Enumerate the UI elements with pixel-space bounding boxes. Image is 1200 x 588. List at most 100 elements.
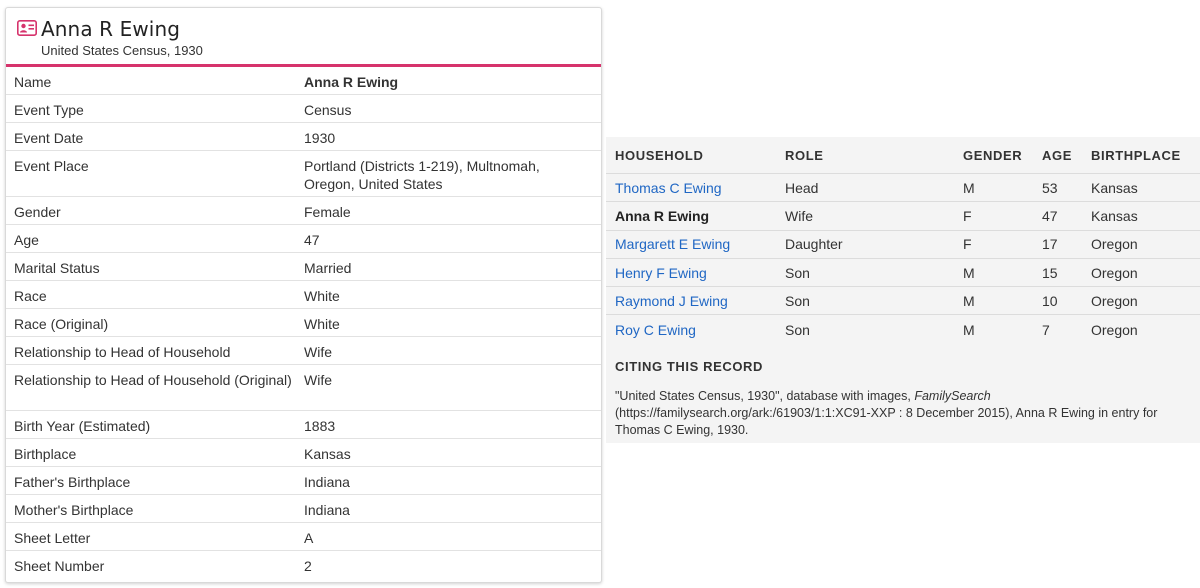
field-value: White (304, 316, 340, 332)
household-gender: M (963, 292, 975, 309)
household-gender: F (963, 207, 972, 224)
field-value: White (304, 288, 340, 304)
household-birthplace: Oregon (1091, 292, 1138, 309)
field-value: A (304, 530, 314, 546)
record-title: Anna R Ewing (41, 17, 181, 41)
field-label: Birth Year (Estimated) (14, 418, 151, 434)
header-birthplace: BIRTHPLACE (1091, 147, 1181, 163)
field-row: Race White (6, 281, 601, 309)
field-value: Wife (304, 372, 332, 388)
citation-text: "United States Census, 1930", database w… (615, 388, 1195, 439)
field-label: Marital Status (14, 260, 100, 276)
field-label: Mother's Birthplace (14, 502, 134, 518)
field-label: Event Place (14, 158, 89, 174)
household-birthplace: Oregon (1091, 236, 1138, 253)
field-row: Relationship to Head of Household Wife (6, 337, 601, 365)
household-gender: M (963, 264, 975, 281)
household-member-link[interactable]: Raymond J Ewing (606, 293, 785, 309)
field-row: Event Type Census (6, 95, 601, 123)
household-row: Anna R Ewing Wife F 47 Kansas (606, 202, 1200, 231)
field-value: Indiana (304, 474, 350, 490)
household-age: 7 (1042, 321, 1050, 338)
field-value: Female (304, 204, 351, 220)
field-row: Age 47 (6, 225, 601, 253)
field-row: Race (Original) White (6, 309, 601, 337)
field-row: Name Anna R Ewing (6, 67, 601, 95)
field-value: Wife (304, 344, 332, 360)
field-label: Gender (14, 204, 61, 220)
field-row: Birth Year (Estimated) 1883 (6, 411, 601, 439)
field-value: 2 (304, 558, 312, 574)
field-label: Race (14, 288, 47, 304)
citation-text-after: (https://familysearch.org/ark:/61903/1:1… (615, 406, 1158, 437)
record-collection: United States Census, 1930 (41, 43, 203, 58)
record-fields: Name Anna R Ewing Event Type Census Event Da… (6, 67, 601, 579)
household-age: 53 (1042, 179, 1058, 196)
field-label: Relationship to Head of Household (Origi… (14, 372, 292, 388)
field-row: Event Place Portland (Districts 1-219), M… (6, 151, 601, 197)
header-role: ROLE (785, 147, 824, 163)
household-birthplace: Kansas (1091, 207, 1138, 224)
field-value: 1930 (304, 130, 336, 146)
household-gender: F (963, 236, 972, 253)
field-row: Sheet Number 2 (6, 551, 601, 579)
field-label: Name (14, 74, 52, 90)
field-label: Sheet Letter (14, 530, 91, 546)
household-role: Head (785, 179, 819, 196)
field-value: 1883 (304, 418, 336, 434)
household-role: Son (785, 292, 810, 309)
field-row: Mother's Birthplace Indiana (6, 495, 601, 523)
household-gender: M (963, 321, 975, 338)
field-label: Birthplace (14, 446, 77, 462)
field-label: Sheet Number (14, 558, 105, 574)
citation-source: FamilySearch (914, 389, 991, 403)
field-row: Birthplace Kansas (6, 439, 601, 467)
household-birthplace: Kansas (1091, 179, 1138, 196)
household-role: Son (785, 264, 810, 281)
field-value: Census (304, 102, 352, 118)
household-gender: M (963, 179, 975, 196)
field-value: Portland (Districts 1-219), Multnomah, O… (304, 158, 540, 192)
household-age: 47 (1042, 207, 1058, 224)
household-role: Son (785, 321, 810, 338)
household-member-link[interactable]: Roy C Ewing (606, 322, 785, 338)
household-age: 15 (1042, 264, 1058, 281)
household-member-current: Anna R Ewing (615, 207, 710, 224)
citation-title: CITING THIS RECORD (615, 359, 764, 374)
household-member-link[interactable]: Margarett E Ewing (606, 236, 785, 252)
field-value: Anna R Ewing (304, 74, 399, 90)
household-member-link[interactable]: Thomas C Ewing (606, 180, 785, 196)
field-value: Indiana (304, 502, 350, 518)
field-row: Father's Birthplace Indiana (6, 467, 601, 495)
header-household: HOUSEHOLD (615, 147, 704, 163)
household-table: HOUSEHOLD ROLE GENDER AGE BIRTHPLACE Tho… (606, 137, 1200, 344)
household-birthplace: Oregon (1091, 264, 1138, 281)
header-gender: GENDER (963, 147, 1023, 163)
household-row: Margarett E Ewing Daughter F 17 Oregon (606, 231, 1200, 259)
field-row: Marital Status Married (6, 253, 601, 281)
household-age: 17 (1042, 236, 1058, 253)
field-value: 47 (304, 232, 320, 248)
household-row: Thomas C Ewing Head M 53 Kansas (606, 174, 1200, 203)
field-label: Father's Birthplace (14, 474, 131, 490)
field-row: Relationship to Head of Household (Origi… (6, 365, 601, 411)
field-label: Event Type (14, 102, 84, 118)
household-row: Raymond J Ewing Son M 10 Oregon (606, 287, 1200, 316)
field-label: Event Date (14, 130, 84, 146)
household-member-link[interactable]: Henry F Ewing (606, 265, 785, 281)
record-header: Anna R Ewing United States Census, 1930 (6, 8, 601, 67)
field-value: Kansas (304, 446, 351, 462)
record-card: Anna R Ewing United States Census, 1930 … (5, 7, 602, 583)
household-role: Wife (785, 207, 813, 224)
header-age: AGE (1042, 147, 1072, 163)
field-value: Married (304, 260, 352, 276)
household-role: Daughter (785, 236, 843, 253)
household-birthplace: Oregon (1091, 321, 1138, 338)
household-row: Henry F Ewing Son M 15 Oregon (606, 259, 1200, 288)
household-panel: HOUSEHOLD ROLE GENDER AGE BIRTHPLACE Tho… (606, 137, 1200, 443)
field-label: Age (14, 232, 39, 248)
record-card-icon (17, 20, 37, 36)
field-label: Relationship to Head of Household (14, 344, 231, 360)
field-row: Event Date 1930 (6, 123, 601, 151)
household-age: 10 (1042, 292, 1058, 309)
